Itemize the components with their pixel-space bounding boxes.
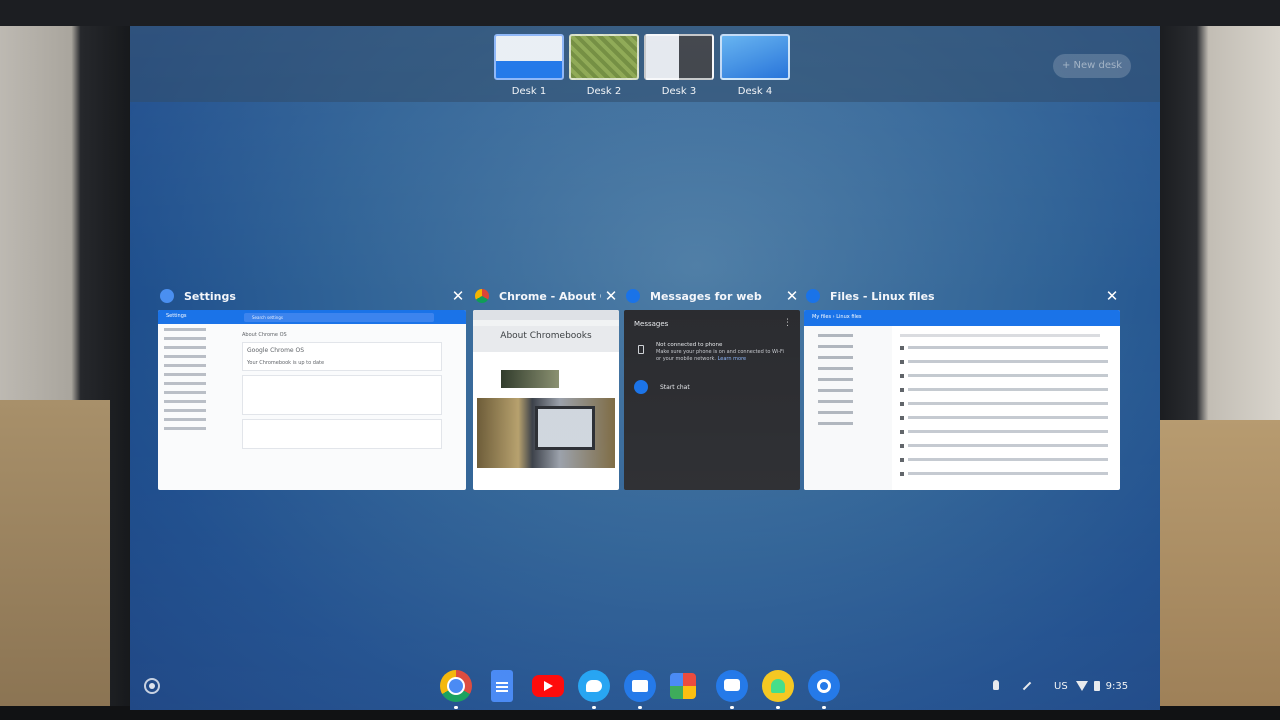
desk-1-label: Desk 1	[511, 86, 547, 97]
shelf: US 9:35	[130, 662, 1160, 710]
window-header: Files - Linux files ✕	[804, 284, 1122, 308]
window-preview[interactable]: About Chromebooks	[473, 310, 619, 490]
desk-2[interactable]: Desk 2	[569, 34, 639, 97]
desks-bar: Desk 1 Desk 2 Desk 3 Desk 4 + New desk	[130, 26, 1160, 102]
table-surface-left	[0, 400, 110, 720]
search-input: Search settings	[244, 313, 434, 322]
desk-1[interactable]: Desk 1	[494, 34, 564, 97]
chrome-icon	[475, 289, 489, 303]
start-chat-button: Start chat	[634, 380, 690, 394]
messages-icon	[626, 289, 640, 303]
input-language[interactable]: US	[1054, 681, 1068, 692]
settings-main: About Chrome OS Google Chrome OS Your Ch…	[242, 332, 442, 453]
settings-toolbar: Settings Search settings	[158, 310, 466, 324]
window-preview[interactable]: Settings Search settings About Chrome OS…	[158, 310, 466, 490]
phone-icon	[638, 345, 644, 354]
window-preview[interactable]: Messages ⋮ Not connected to phone Make s…	[624, 310, 800, 490]
wifi-icon	[1075, 681, 1088, 691]
connection-notice: Not connected to phone Make sure your ph…	[656, 342, 784, 362]
overview-screen: Desk 1 Desk 2 Desk 3 Desk 4 + New desk S…	[130, 26, 1160, 710]
desk-2-label: Desk 2	[586, 86, 622, 97]
window-title: Chrome - About C...	[499, 289, 601, 303]
desk-4-label: Desk 4	[737, 86, 773, 97]
window-title: Settings	[184, 289, 236, 303]
desk-3-preview[interactable]	[644, 34, 714, 80]
desk-3[interactable]: Desk 3	[644, 34, 714, 97]
learn-more-link: Learn more	[717, 356, 747, 362]
window-header: Messages for web ✕	[624, 284, 802, 308]
messages-title: Messages	[634, 320, 669, 328]
desk-4-preview[interactable]	[720, 34, 790, 80]
table-surface-right	[1160, 420, 1280, 720]
close-icon[interactable]: ✕	[782, 286, 802, 306]
window-header: Settings ✕	[158, 284, 468, 308]
close-icon[interactable]: ✕	[448, 286, 468, 306]
window-title: Messages for web	[650, 289, 762, 303]
mic-icon[interactable]	[990, 680, 1002, 692]
chat-icon	[634, 380, 648, 394]
stylus-icon[interactable]	[1022, 680, 1034, 692]
page-heading: About Chromebooks	[473, 326, 619, 352]
status-tray[interactable]: US 9:35	[990, 678, 1128, 694]
settings-icon[interactable]	[808, 670, 840, 709]
files-icon	[806, 289, 820, 303]
window-header: Chrome - About C... ✕	[473, 284, 621, 308]
new-desk-button[interactable]: + New desk	[1053, 54, 1131, 78]
breadcrumb: My files › Linux files	[812, 314, 862, 320]
battery-icon	[1093, 681, 1100, 691]
docs-icon[interactable]	[491, 670, 513, 702]
launcher-button[interactable]	[144, 678, 160, 694]
files-sidebar	[804, 326, 892, 490]
desk-2-preview[interactable]	[569, 34, 639, 80]
messages-icon[interactable]	[716, 670, 748, 709]
chrome-icon[interactable]	[440, 670, 472, 709]
photos-icon[interactable]	[670, 673, 696, 699]
twitter-icon[interactable]	[578, 670, 610, 709]
youtube-icon[interactable]	[532, 675, 564, 697]
clock[interactable]: 9:35	[1106, 681, 1128, 692]
close-icon[interactable]: ✕	[601, 286, 621, 306]
desk-1-preview[interactable]	[494, 34, 564, 80]
files-toolbar: My files › Linux files	[804, 310, 1120, 326]
close-icon[interactable]: ✕	[1102, 286, 1122, 306]
android-studio-icon[interactable]	[762, 670, 794, 709]
window-title: Files - Linux files	[830, 289, 935, 303]
files-icon[interactable]	[624, 670, 656, 709]
desk-3-label: Desk 3	[661, 86, 697, 97]
promo-image	[501, 370, 559, 388]
desk-4[interactable]: Desk 4	[720, 34, 790, 97]
laptop-image	[535, 406, 595, 450]
window-preview[interactable]: My files › Linux files	[804, 310, 1120, 490]
settings-icon	[160, 289, 174, 303]
more-menu-icon: ⋮	[783, 318, 792, 328]
settings-sidebar	[164, 328, 234, 436]
device-bezel-top	[0, 0, 1280, 26]
